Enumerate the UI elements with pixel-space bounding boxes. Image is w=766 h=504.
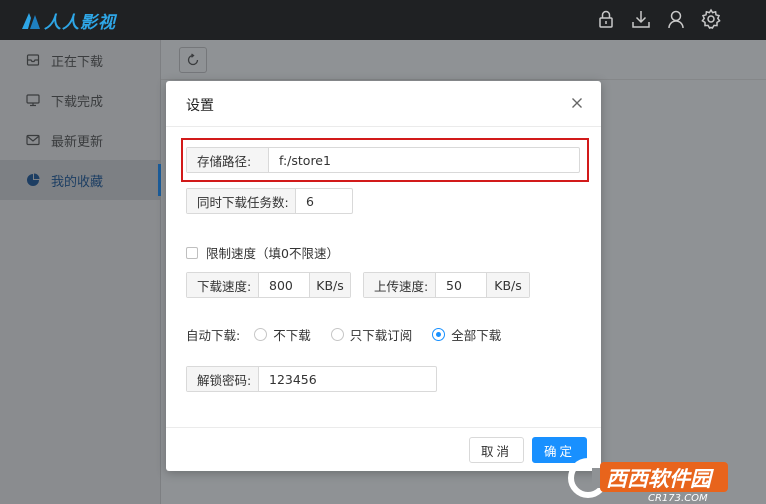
radio-subscribed-only[interactable] (330, 328, 344, 341)
sidebar-item-downloading[interactable]: 正在下载 (0, 40, 160, 80)
radio-no-download[interactable] (254, 328, 268, 341)
sidebar-item-favorites[interactable]: 我的收藏 (0, 160, 161, 200)
sidebar: 正在下载 下载完成 最新更新 我的收藏 (0, 40, 161, 504)
dialog-title: 设置 (186, 98, 214, 114)
unlock-password-label: 解锁密码: (187, 367, 259, 391)
upload-speed-unit: KB/s (486, 273, 529, 297)
logo-mark-icon (20, 9, 42, 31)
download-speed-group: 下载速度: 800 KB/s (186, 272, 351, 298)
monitor-icon (26, 93, 40, 107)
pie-chart-icon (26, 173, 40, 187)
download-speed-input[interactable]: 800 (259, 273, 309, 297)
upload-speed-group: 上传速度: 50 KB/s (363, 272, 530, 298)
auto-download-row: 自动下载: 不下载 只下载订阅 全部下载 (186, 325, 521, 344)
download-icon[interactable] (630, 8, 652, 30)
tasks-group: 同时下载任务数: 6 (186, 188, 353, 214)
app-logo: 人人影视 (20, 8, 116, 33)
svg-text:西西软件园: 西西软件园 (606, 467, 714, 491)
storage-path-label: 存储路径: (187, 148, 269, 172)
close-icon[interactable] (571, 97, 583, 109)
storage-path-group: 存储路径: f:/store1 (186, 147, 580, 173)
dialog-footer: 取消 确定 (166, 427, 601, 471)
auto-download-label: 自动下载: (186, 328, 241, 343)
tasks-input[interactable]: 6 (296, 189, 352, 213)
unlock-password-input[interactable]: 123456 (259, 367, 436, 391)
logo-text: 人人影视 (44, 12, 116, 33)
limit-speed-label: 限制速度（填0不限速） (206, 246, 339, 261)
download-speed-label: 下载速度: (187, 273, 259, 297)
refresh-button[interactable] (179, 47, 207, 73)
watermark-logo: 西西软件园 CR173.COM (566, 452, 766, 504)
gear-icon[interactable] (700, 8, 722, 30)
download-speed-unit: KB/s (309, 273, 350, 297)
settings-dialog: 设置 存储路径: f:/store1 同时下载任务数: 6 限制速度（填0不限速… (166, 81, 601, 471)
svg-text:CR173.COM: CR173.COM (648, 493, 708, 504)
storage-path-input[interactable]: f:/store1 (269, 148, 579, 172)
inbox-icon (26, 53, 40, 67)
sidebar-item-label: 最新更新 (51, 134, 104, 150)
unlock-password-group: 解锁密码: 123456 (186, 366, 437, 392)
dialog-header: 设置 (166, 81, 601, 127)
limit-speed-row[interactable]: 限制速度（填0不限速） (186, 243, 339, 262)
sidebar-item-label: 我的收藏 (51, 174, 104, 190)
user-icon[interactable] (665, 8, 687, 30)
upload-speed-input[interactable]: 50 (436, 273, 486, 297)
title-bar: 人人影视 (0, 0, 766, 40)
cancel-button[interactable]: 取消 (469, 437, 524, 463)
tasks-label: 同时下载任务数: (187, 189, 296, 213)
sidebar-item-completed[interactable]: 下载完成 (0, 80, 160, 120)
sidebar-item-label: 正在下载 (51, 54, 104, 70)
mail-icon (26, 133, 40, 147)
sidebar-item-label: 下载完成 (51, 94, 104, 110)
lock-icon[interactable] (595, 8, 617, 30)
radio-no-download-label[interactable]: 不下载 (273, 325, 311, 344)
radio-download-all[interactable] (432, 328, 446, 341)
sidebar-item-latest[interactable]: 最新更新 (0, 120, 160, 160)
content-toolbar (161, 40, 766, 80)
refresh-icon (187, 53, 199, 66)
radio-subscribed-only-label[interactable]: 只下载订阅 (350, 325, 413, 344)
radio-download-all-label[interactable]: 全部下载 (451, 325, 501, 344)
limit-speed-checkbox[interactable] (186, 246, 198, 259)
upload-speed-label: 上传速度: (364, 273, 436, 297)
